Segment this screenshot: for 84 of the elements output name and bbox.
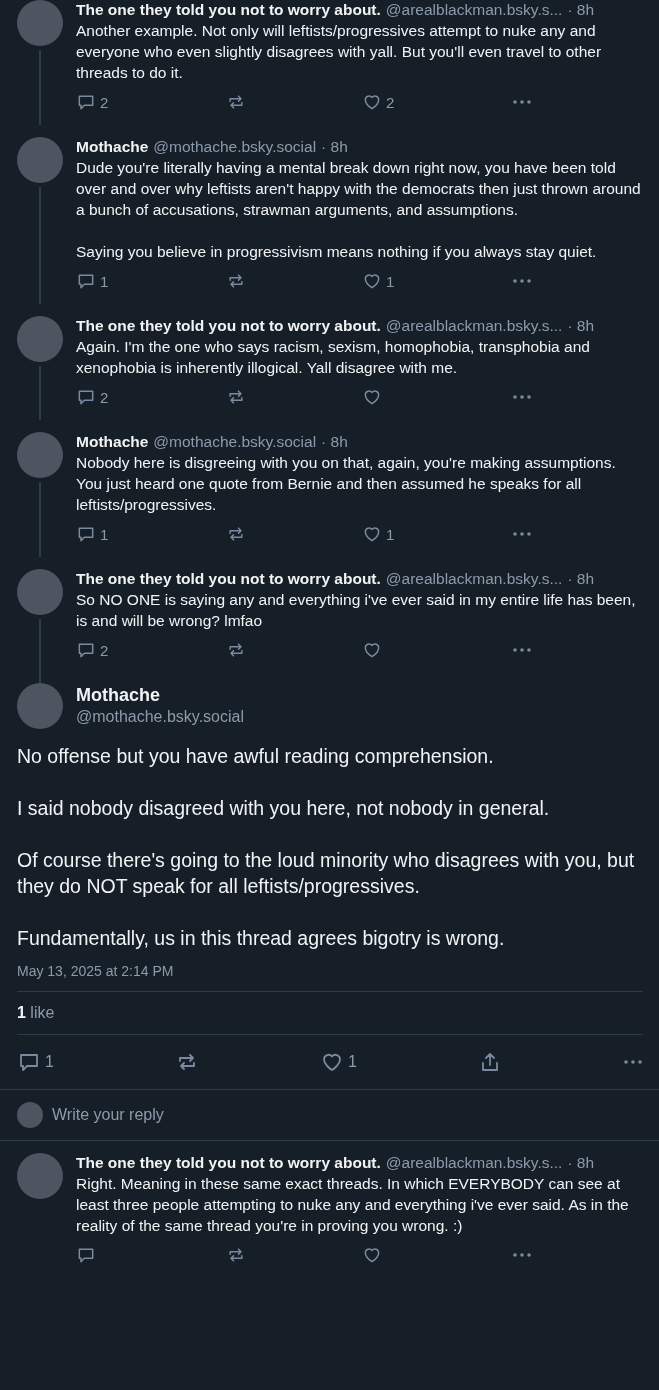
more-icon [512,278,532,284]
author-name[interactable]: Mothache [76,137,149,157]
repost-icon [226,640,246,660]
heart-icon [362,1245,382,1265]
more-button[interactable] [623,1059,643,1065]
post-text: Another example. Not only will leftists/progressives attempt to nuke any and everyone who even slightly disagrees with yall. But you'll even travel to other threads to do it. [76,21,603,83]
more-icon [512,1252,532,1258]
post-text: Again. I'm the one who says racism, sexism, homophobia, transphobia and xenophobia is inherently illogical. Yall disagree with me. [76,337,591,378]
heart-icon [362,387,382,407]
post-text: Of course there's going to the loud minority who disagrees with you, but they do NOT speak for all leftists/progressives. [17,848,636,899]
more-button[interactable] [512,531,532,537]
avatar[interactable] [17,569,63,615]
author-handle[interactable]: @mothache.bsky.social [76,706,244,728]
reply-button[interactable]: 2 [76,387,226,407]
post-text: Saying you believe in progressivism means nothing if you always stay quiet. [76,242,598,262]
post-text: So NO ONE is saying any and everything i've ever said in my entire life has been, is and will be wrong? lmfao [76,590,637,631]
repost-icon [226,524,246,544]
post-timestamp: May 13, 2025 at 2:14 PM [17,963,175,979]
like-button[interactable]: 2 [362,92,512,112]
reply-button[interactable]: 2 [76,92,226,112]
reply-icon [76,271,96,291]
reply-icon [76,1245,96,1265]
author-handle[interactable]: @mothache.bsky.social [153,432,317,452]
more-icon [623,1059,643,1065]
author-handle[interactable]: @arealblackman.bsky.s... [385,316,563,336]
author-handle[interactable]: @arealblackman.bsky.s... [385,1153,563,1173]
more-icon [512,647,532,653]
author-name[interactable]: The one they told you not to worry about. [76,569,381,589]
avatar[interactable] [17,316,63,362]
avatar[interactable] [17,683,63,729]
author-handle[interactable]: @arealblackman.bsky.s... [385,569,563,589]
heart-icon [362,271,382,291]
more-button[interactable] [512,1252,532,1258]
post-text: Right. Meaning in these same exact threads. In which EVERYBODY can see at least three people attempting to nuke any and everything i've ever said. As in the reality of the same thread you're in proving you wrong. :) [76,1174,630,1236]
reply-icon [76,92,96,112]
author-name[interactable]: Mothache [76,684,244,706]
author-handle[interactable]: @mothache.bsky.social [153,137,317,157]
post-text: I said nobody disagreed with you here, not nobody in general. [17,796,551,821]
post-time: · 8h [567,316,595,336]
reply-button[interactable]: 1 [17,1050,54,1074]
more-button[interactable] [512,647,532,653]
more-icon [512,99,532,105]
post-time: · 8h [567,569,595,589]
heart-icon [362,92,382,112]
post-text: Nobody here is disgreeing with you on that, again, you're making assumptions. You just heard one quote from Bernie and then assumed he speaks for all leftists/progressives. [76,453,617,515]
heart-icon [362,640,382,660]
reply-button[interactable]: 1 [76,271,226,291]
reply-icon [76,640,96,660]
like-button[interactable]: 1 [320,1050,357,1074]
post-time: · 8h [321,432,348,452]
more-button[interactable] [512,394,532,400]
post-time: · 8h [567,0,595,20]
reply-button[interactable]: 1 [76,524,226,544]
repost-icon [226,387,246,407]
more-button[interactable] [512,99,532,105]
more-button[interactable] [512,278,532,284]
reply-field[interactable]: Write your reply [52,1106,642,1124]
repost-icon [226,92,246,112]
heart-icon [362,524,382,544]
avatar[interactable] [17,432,63,478]
like-count[interactable]: 1 like [17,1004,55,1021]
post-text: No offense but you have awful reading comprehension. [17,744,495,769]
post-time: · 8h [567,1153,595,1173]
avatar[interactable] [17,1153,63,1199]
like-button[interactable]: 1 [362,524,512,544]
reply-icon [76,524,96,544]
author-name[interactable]: The one they told you not to worry about. [76,316,381,336]
more-icon [512,531,532,537]
avatar[interactable] [17,0,63,46]
avatar [17,1102,43,1128]
post-text: Dude you're literally having a mental break down right now, you have been told over and over why leftists aren't happy with the democrats then just thrown around a bunch of accusations, strawman arguments, and assumptions. [76,158,642,220]
author-name[interactable]: The one they told you not to worry about. [76,0,381,20]
more-icon [512,394,532,400]
repost-icon [226,271,246,291]
author-name[interactable]: The one they told you not to worry about. [76,1153,381,1173]
author-handle[interactable]: @arealblackman.bsky.s... [385,0,563,20]
post-time: · 8h [321,137,348,157]
author-name[interactable]: Mothache [76,432,149,452]
reply-icon [76,387,96,407]
avatar[interactable] [17,137,63,183]
like-button[interactable]: 1 [362,271,512,291]
post-text: Fundamentally, us in this thread agrees bigotry is wrong. [17,926,506,951]
reply-button[interactable]: 2 [76,640,226,660]
repost-icon [226,1245,246,1265]
